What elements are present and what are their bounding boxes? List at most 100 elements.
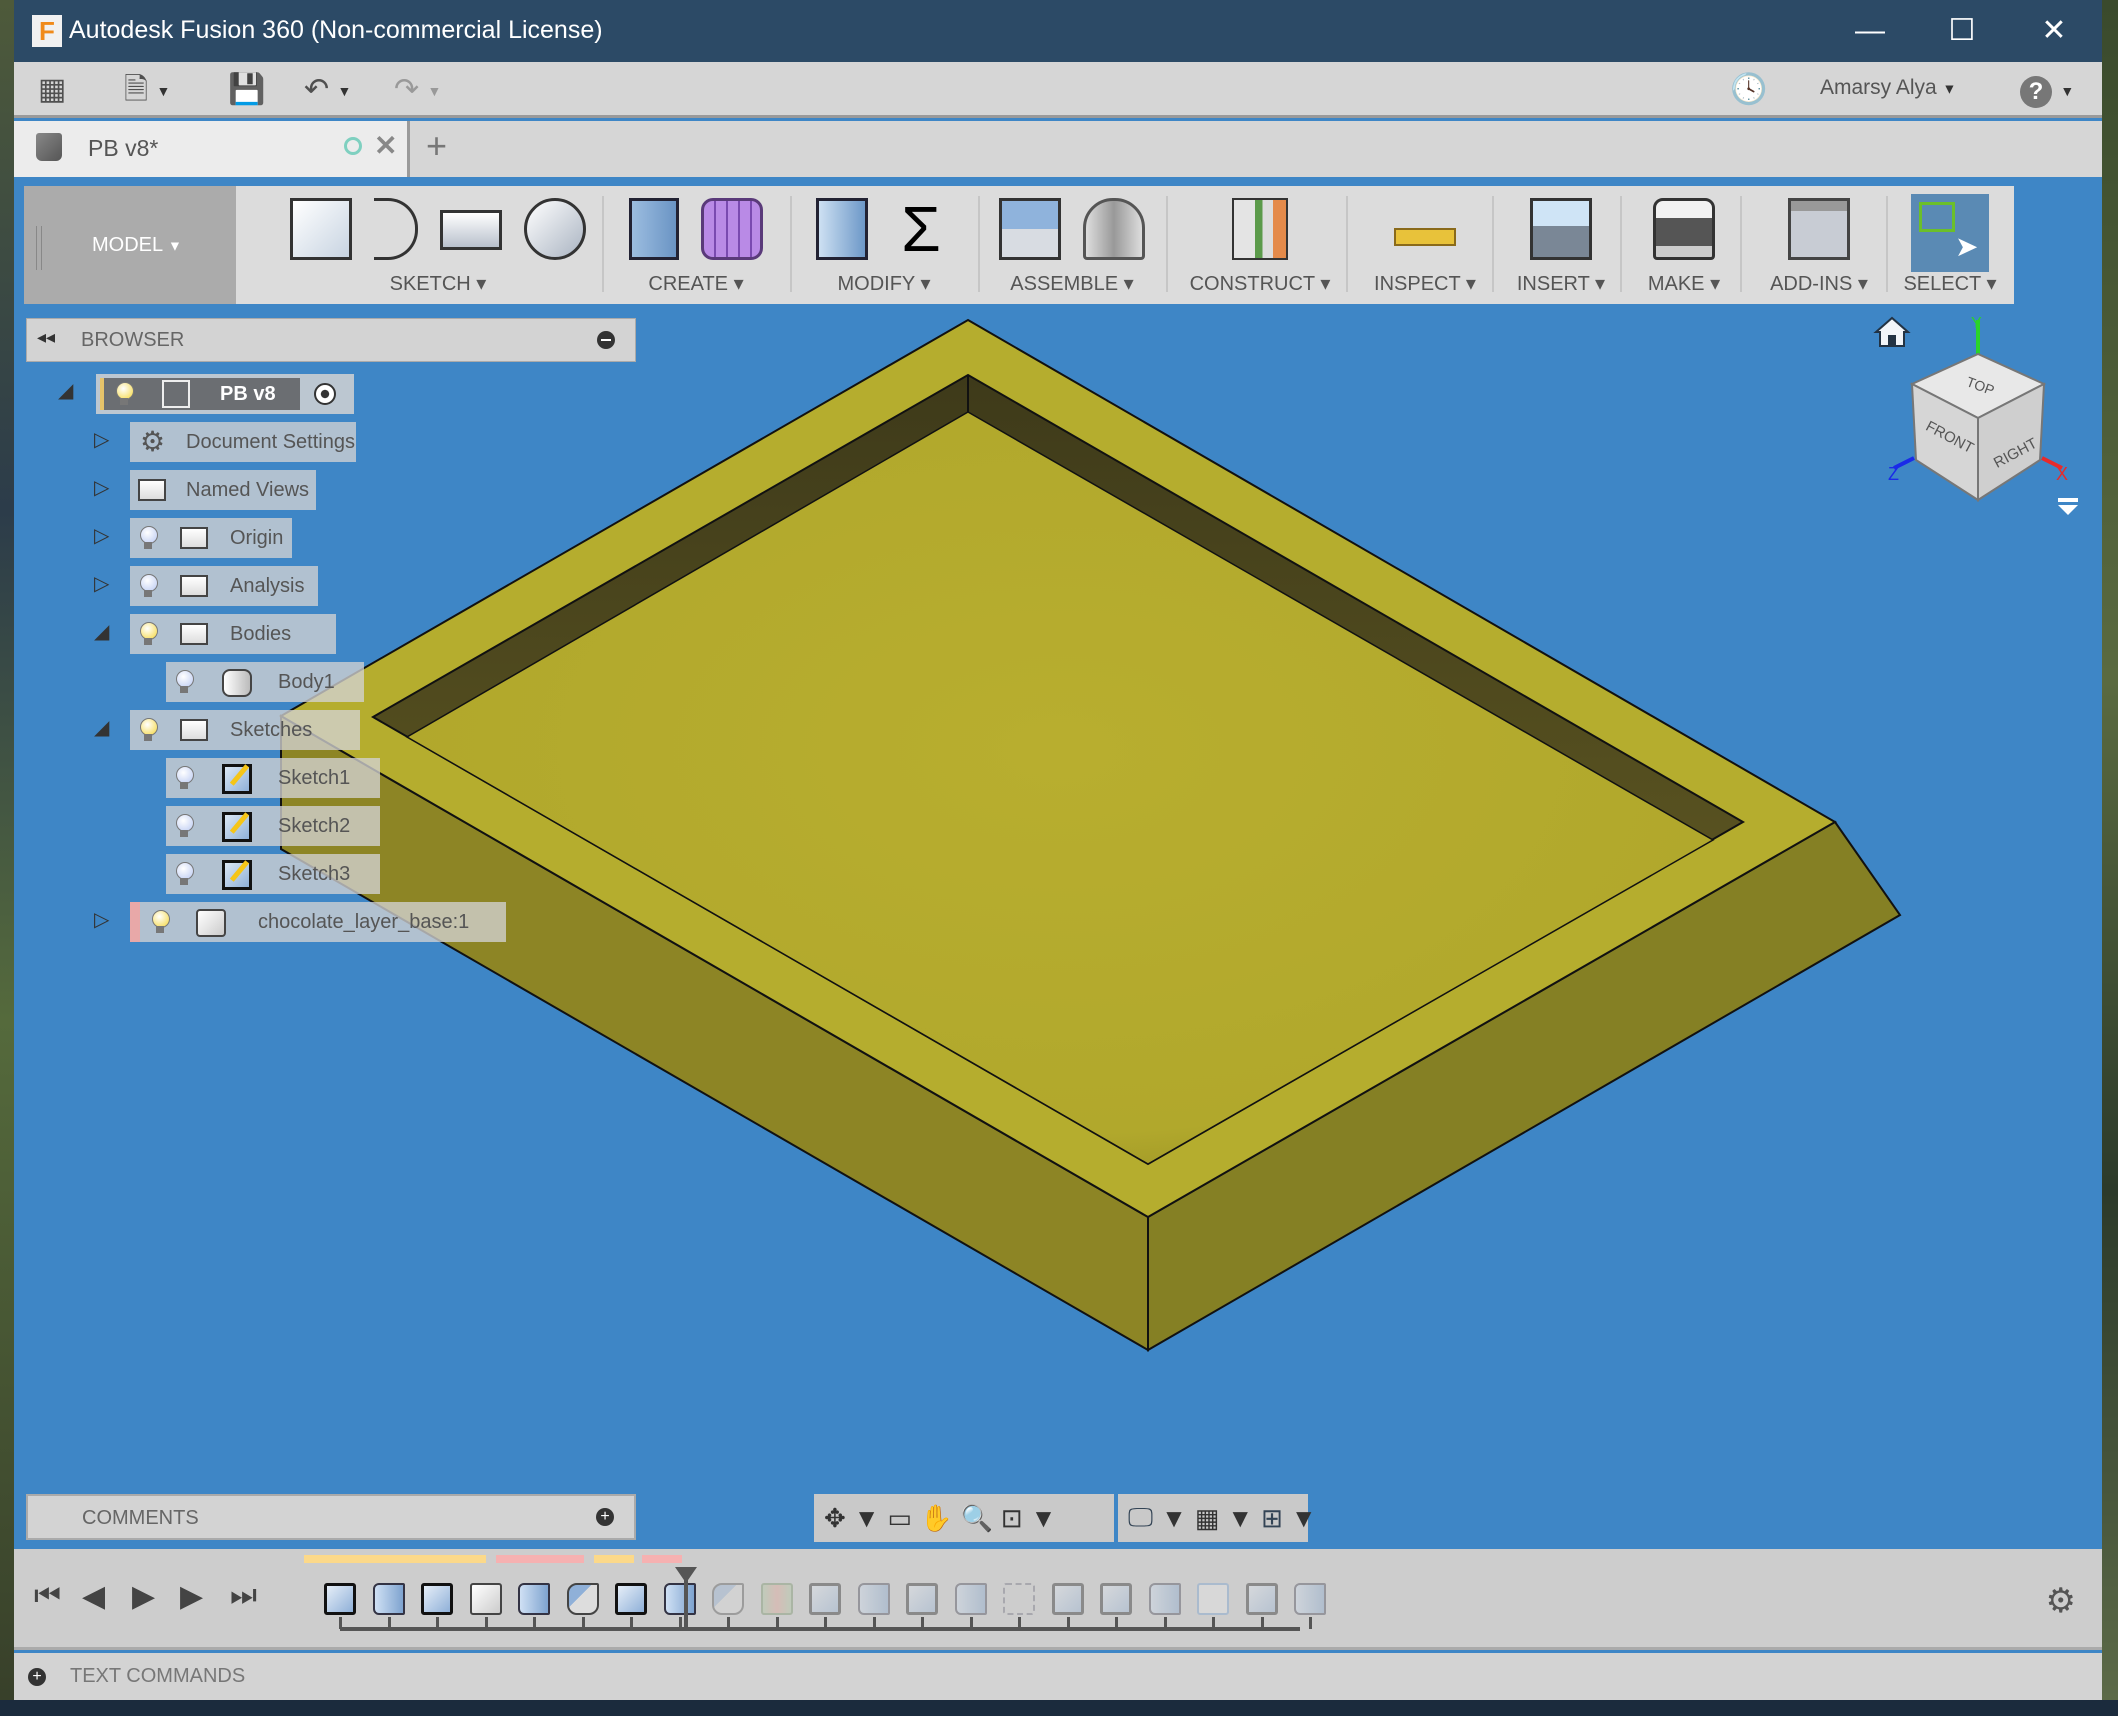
visibility-bulb-icon[interactable] — [176, 814, 194, 838]
previous-step-button[interactable]: ◀ — [82, 1579, 105, 1614]
timeline-feature-extrude-rolled-back[interactable] — [857, 1583, 890, 1615]
joint-icon[interactable] — [1083, 198, 1145, 260]
browser-node-body1[interactable]: Body1 — [166, 662, 364, 702]
close-tab-button[interactable]: ✕ — [374, 129, 397, 162]
timeline-feature-sketch[interactable] — [615, 1583, 647, 1615]
timeline-feature-split-rolled-back[interactable] — [760, 1583, 793, 1615]
3d-print-icon[interactable] — [1653, 198, 1715, 260]
new-tab-button[interactable]: + — [426, 125, 447, 167]
timeline-feature-extrude-rolled-back[interactable] — [1148, 1583, 1181, 1615]
viewports-icon[interactable]: ⊞ — [1261, 1503, 1283, 1534]
timeline-feature-sketch[interactable] — [324, 1583, 356, 1615]
maximize-button[interactable]: ☐ — [1932, 10, 1992, 52]
next-step-button[interactable]: ▶ — [180, 1579, 203, 1614]
go-to-end-button[interactable]: ⏭ — [230, 1579, 257, 1613]
toolbar-group-construct[interactable]: CONSTRUCT ▾ — [1170, 186, 1350, 304]
collapse-triangle-icon[interactable]: ◢ — [94, 715, 109, 740]
window-select-icon[interactable]: ➤ — [1911, 194, 1989, 272]
grid-snaps-icon[interactable]: ▦ — [1195, 1503, 1220, 1534]
timeline-feature-sketch[interactable] — [421, 1583, 453, 1615]
help-menu-button[interactable]: ? ▼ — [2020, 72, 2074, 108]
browser-node-origin[interactable]: Origin — [130, 518, 292, 558]
browser-node-sketches[interactable]: Sketches — [130, 710, 360, 750]
toolbar-group-make[interactable]: MAKE ▾ — [1624, 186, 1744, 304]
timeline-feature-extrude[interactable] — [372, 1583, 405, 1615]
timeline-feature-extrude[interactable] — [518, 1583, 550, 1615]
browser-node-sketch1[interactable]: Sketch1 — [166, 758, 380, 798]
text-commands-panel[interactable]: + TEXT COMMANDS — [14, 1653, 2102, 1700]
activate-radio-icon[interactable] — [314, 383, 336, 405]
display-settings-icon[interactable]: 🖵 — [1128, 1502, 1153, 1534]
browser-node-chocolate-layer-base[interactable]: chocolate_layer_base:1 — [130, 902, 506, 942]
timeline-feature-sketch-rolled-back[interactable] — [1100, 1583, 1132, 1615]
home-view-icon[interactable] — [1873, 316, 1911, 347]
timeline-feature-sketch-rolled-back[interactable] — [809, 1583, 841, 1615]
redo-button[interactable]: ↷ ▼ — [394, 72, 441, 108]
offset-plane-icon[interactable] — [1232, 198, 1288, 260]
user-account-menu[interactable]: Amarsy Alya ▼ — [1820, 76, 1956, 100]
undo-button[interactable]: ↶ ▼ — [304, 72, 351, 108]
toolbar-group-insert[interactable]: INSERT ▾ — [1496, 186, 1626, 304]
toolbar-group-inspect[interactable]: INSPECT ▾ — [1350, 186, 1500, 304]
expand-triangle-icon[interactable]: ▷ — [94, 571, 109, 596]
timeline-settings-gear-icon[interactable]: ⚙ — [2046, 1581, 2076, 1621]
view-cube[interactable]: Y TOP FRONT RIGHT Z X — [1850, 310, 2118, 530]
browser-panel-header[interactable]: ◂◂ BROWSER — [26, 318, 636, 362]
timeline-playhead-marker[interactable] — [675, 1567, 697, 1631]
press-pull-icon[interactable] — [816, 198, 868, 260]
toolbar-group-addins[interactable]: ADD-INS ▾ — [1744, 186, 1894, 304]
browser-node-sketch3[interactable]: Sketch3 — [166, 854, 380, 894]
circle-icon[interactable] — [524, 198, 586, 260]
pan-icon[interactable]: ✋ — [920, 1503, 952, 1534]
look-at-icon[interactable]: ▭ — [888, 1503, 913, 1534]
toolbar-group-modify[interactable]: Σ MODIFY ▾ — [794, 186, 974, 304]
job-status-button[interactable]: 🕓 — [1730, 72, 1767, 108]
orbit-icon[interactable]: ✥ — [824, 1503, 846, 1534]
extrude-icon[interactable] — [629, 198, 679, 260]
form-icon[interactable] — [701, 198, 763, 260]
document-tab[interactable]: PB v8* ✕ — [14, 121, 410, 177]
measure-icon[interactable] — [1394, 228, 1456, 246]
apps-grid-icon[interactable]: ▦ — [38, 72, 66, 108]
toolbar-group-assemble[interactable]: ASSEMBLE ▾ — [982, 186, 1162, 304]
insert-image-icon[interactable] — [1530, 198, 1592, 260]
minimize-button[interactable]: — — [1840, 10, 1900, 52]
minimize-browser-icon[interactable] — [597, 331, 615, 349]
timeline-feature-fillet-rolled-back[interactable] — [712, 1583, 744, 1615]
collapse-browser-icon[interactable]: ◂◂ — [37, 327, 55, 348]
zoom-icon[interactable]: 🔍 — [960, 1503, 992, 1534]
visibility-bulb-icon[interactable] — [176, 766, 194, 790]
collapse-triangle-icon[interactable]: ◢ — [94, 619, 109, 644]
browser-node-analysis[interactable]: Analysis — [130, 566, 318, 606]
toolbar-group-create[interactable]: CREATE ▾ — [606, 186, 786, 304]
timeline-feature-sketch-rolled-back[interactable] — [1245, 1583, 1278, 1615]
timeline-feature-sketch-rolled-back[interactable] — [1051, 1583, 1084, 1615]
play-button[interactable]: ▶ — [132, 1579, 155, 1614]
expand-text-commands-icon[interactable]: + — [28, 1668, 46, 1686]
timeline-feature-combine-rolled-back[interactable] — [1197, 1583, 1229, 1615]
go-to-beginning-button[interactable]: ⏮ — [34, 1579, 61, 1613]
viewcube-menu-icon[interactable] — [2058, 498, 2078, 515]
rectangle-icon[interactable] — [440, 210, 502, 250]
expand-triangle-icon[interactable]: ▷ — [94, 427, 109, 452]
save-button[interactable]: 💾 — [228, 72, 265, 108]
fit-icon[interactable]: ⊡ — [1001, 1503, 1023, 1534]
expand-triangle-icon[interactable]: ▷ — [94, 523, 109, 548]
timeline-feature-extrude-rolled-back[interactable] — [1294, 1583, 1326, 1615]
browser-node-document-settings[interactable]: ⚙ Document Settings — [130, 422, 356, 462]
timeline-feature-sketch-rolled-back[interactable] — [906, 1583, 938, 1615]
browser-node-named-views[interactable]: Named Views — [130, 470, 316, 510]
timeline-feature-pattern-rolled-back[interactable] — [1003, 1583, 1035, 1615]
line-arc-icon[interactable] — [374, 198, 418, 260]
toolbar-group-select[interactable]: ➤ SELECT ▾ — [1890, 186, 2010, 304]
visibility-bulb-icon[interactable] — [140, 526, 158, 550]
root-component-node[interactable]: PB v8 — [96, 374, 354, 414]
expand-triangle-icon[interactable]: ▷ — [94, 475, 109, 500]
expand-triangle-icon[interactable]: ▷ — [94, 907, 109, 932]
browser-node-sketch2[interactable]: Sketch2 — [166, 806, 380, 846]
workspace-switcher[interactable]: MODEL ▼ — [24, 186, 236, 304]
timeline-feature-extrude-rolled-back[interactable] — [954, 1583, 987, 1615]
visibility-bulb-icon[interactable] — [176, 862, 194, 886]
add-comment-icon[interactable]: + — [596, 1508, 614, 1526]
timeline-feature-body[interactable] — [469, 1583, 502, 1615]
